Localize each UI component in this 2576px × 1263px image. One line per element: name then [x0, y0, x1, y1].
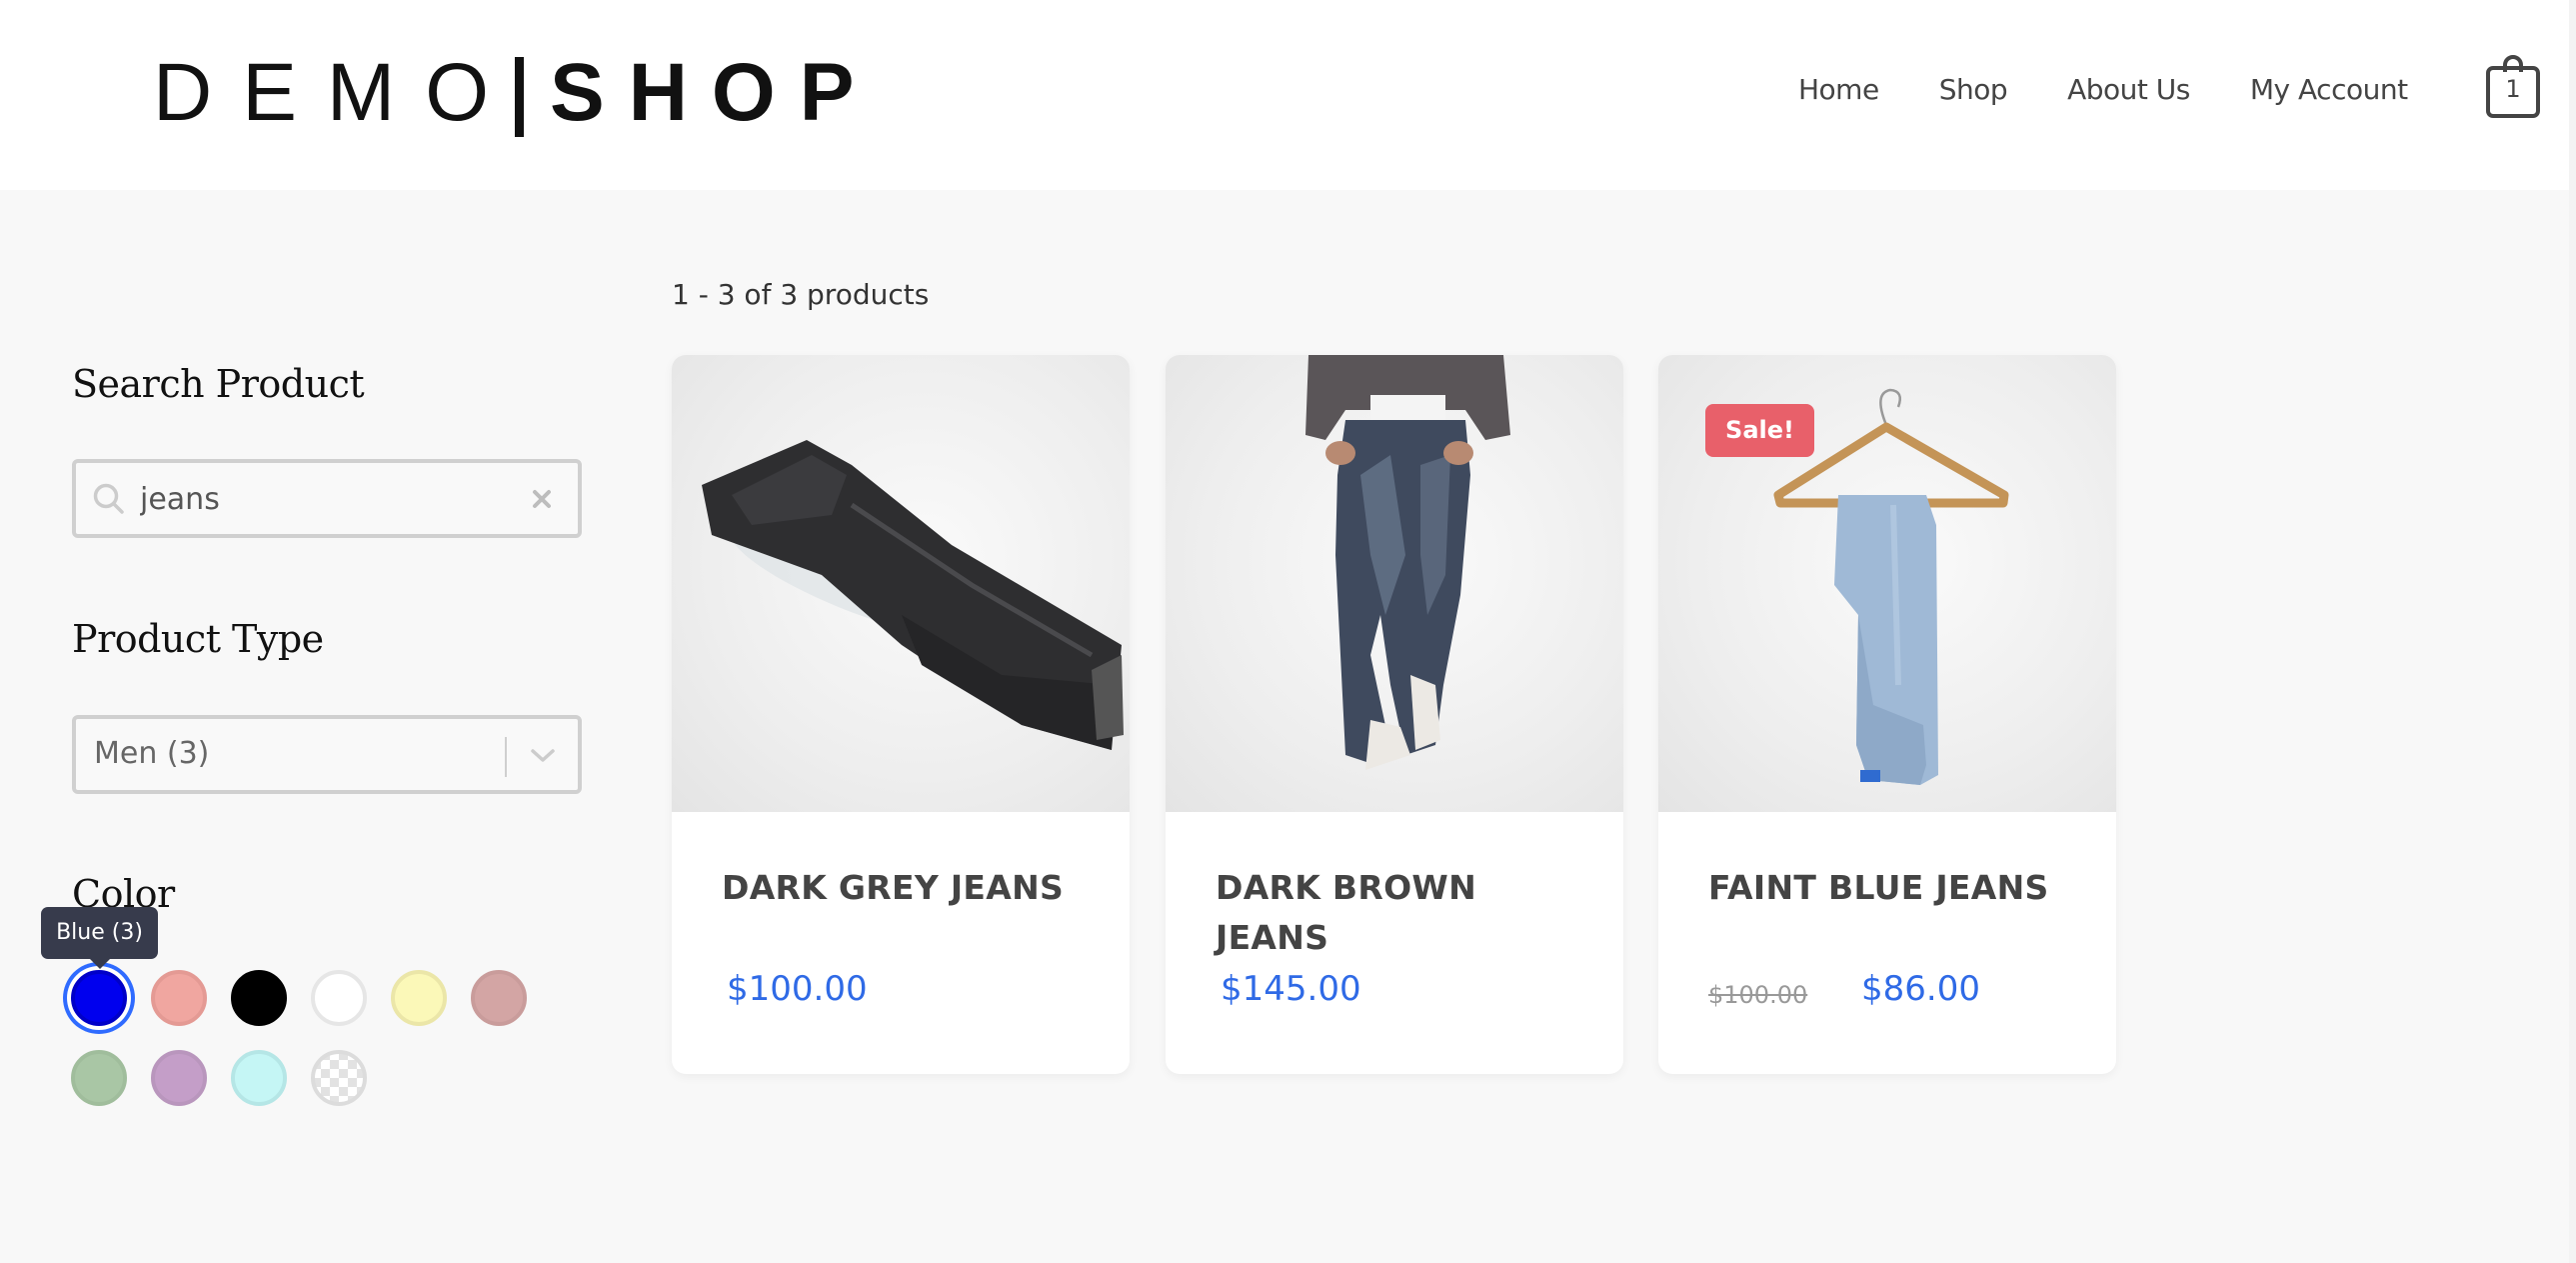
scrollbar-track: [2569, 0, 2576, 1263]
color-swatch-transparent[interactable]: [311, 1050, 367, 1106]
product-sale-price: $86.00: [1861, 969, 1980, 1009]
site-header: DEMO SHOP Home Shop About Us My Account …: [0, 0, 2569, 190]
product-price: $145.00: [1221, 969, 1361, 1009]
jeans-photo-icon: [702, 440, 1124, 750]
product-type-heading: Product Type: [72, 617, 324, 661]
result-count: 1 - 3 of 3 products: [672, 278, 930, 311]
color-swatch-pink[interactable]: [151, 970, 207, 1026]
logo-text-shop: SHOP: [550, 47, 879, 138]
nav-my-account[interactable]: My Account: [2250, 73, 2408, 106]
jeans-photo-icon: [1305, 355, 1510, 770]
product-type-select[interactable]: Men (3): [72, 715, 582, 794]
faint-blue-jeans-image[interactable]: Sale!: [1658, 355, 2116, 812]
search-icon: [93, 483, 124, 514]
color-tooltip: Blue (3): [41, 907, 158, 969]
color-swatch-blue[interactable]: [71, 970, 127, 1026]
nav-home[interactable]: Home: [1798, 73, 1879, 106]
product-title[interactable]: DARK GREY JEANS: [722, 863, 1082, 913]
chevron-down-icon[interactable]: [528, 743, 558, 767]
cart-count: 1: [2505, 75, 2521, 103]
color-swatch-green[interactable]: [71, 1050, 127, 1106]
nav-about-us[interactable]: About Us: [2067, 73, 2190, 106]
product-old-price: $100.00: [1708, 981, 1808, 1009]
product-title[interactable]: FAINT BLUE JEANS: [1708, 863, 2068, 913]
color-swatch-purple[interactable]: [151, 1050, 207, 1106]
dark-brown-jeans-image[interactable]: [1166, 355, 1623, 812]
select-divider: [505, 737, 507, 777]
product-price: $100.00: [727, 969, 868, 1009]
product-type-value: Men (3): [94, 736, 210, 771]
product-card[interactable]: DARK BROWN JEANS $145.00: [1166, 355, 1623, 1074]
search-heading: Search Product: [72, 362, 365, 406]
logo-divider: [515, 57, 524, 137]
search-field[interactable]: [72, 459, 582, 538]
nav-shop[interactable]: Shop: [1939, 73, 2008, 106]
product-card[interactable]: Sale! FAINT BLUE JEANS $100.00 $86.00: [1658, 355, 2116, 1074]
color-swatch-yellow[interactable]: [391, 970, 447, 1026]
dark-grey-jeans-image[interactable]: [672, 355, 1130, 812]
color-swatch-cyan[interactable]: [231, 1050, 287, 1106]
close-icon[interactable]: [524, 481, 560, 517]
color-swatch-rose[interactable]: [471, 970, 527, 1026]
search-input[interactable]: [140, 473, 500, 525]
color-swatch-black[interactable]: [231, 970, 287, 1026]
main-nav: Home Shop About Us My Account: [1798, 64, 2408, 114]
logo-text-demo: DEMO: [153, 47, 519, 138]
product-title[interactable]: DARK BROWN JEANS: [1216, 863, 1575, 963]
logo[interactable]: DEMO SHOP: [153, 47, 879, 138]
product-card[interactable]: DARK GREY JEANS $100.00: [672, 355, 1130, 1074]
sale-badge: Sale!: [1705, 404, 1814, 457]
cart-button[interactable]: 1: [2485, 52, 2541, 120]
color-swatch-white[interactable]: [311, 970, 367, 1026]
